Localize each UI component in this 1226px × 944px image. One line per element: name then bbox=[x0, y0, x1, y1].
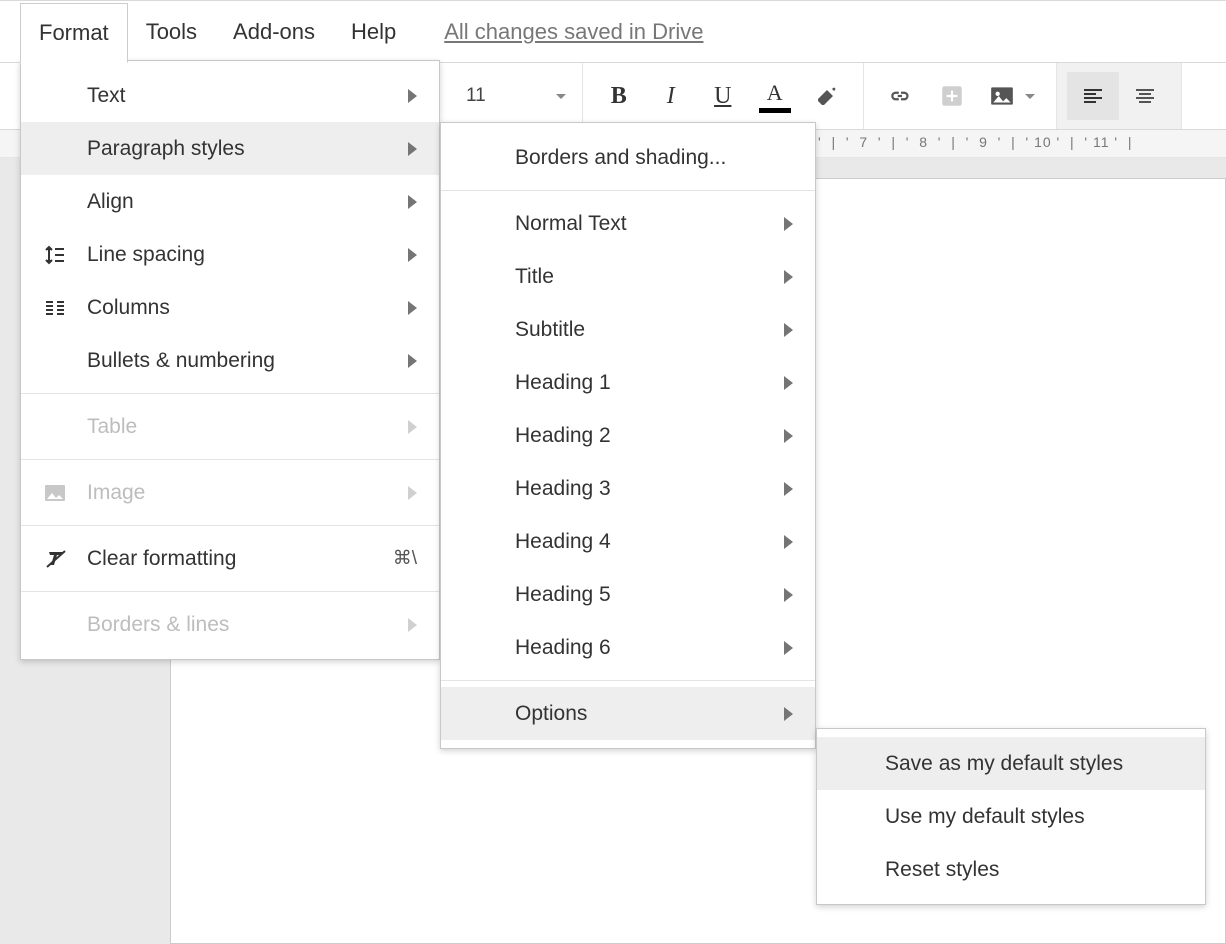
submenu-arrow-icon bbox=[784, 376, 793, 390]
menu-item-title[interactable]: Title bbox=[441, 250, 815, 303]
submenu-arrow-icon bbox=[784, 323, 793, 337]
submenu-arrow-icon bbox=[408, 89, 417, 103]
align-center-button[interactable] bbox=[1119, 72, 1171, 120]
clear-format-icon bbox=[43, 547, 87, 571]
format-dropdown: Text Paragraph styles Align Line spacing… bbox=[20, 60, 440, 660]
insert-link-button[interactable] bbox=[874, 72, 926, 120]
submenu-arrow-icon bbox=[408, 618, 417, 632]
bold-button[interactable]: B bbox=[593, 72, 645, 120]
keyboard-shortcut: ⌘\ bbox=[393, 547, 417, 570]
menu-separator bbox=[21, 459, 439, 460]
menu-item-table: Table bbox=[21, 400, 439, 453]
menu-tools[interactable]: Tools bbox=[128, 3, 215, 61]
menu-item-heading-3[interactable]: Heading 3 bbox=[441, 462, 815, 515]
bold-icon: B bbox=[611, 83, 627, 110]
submenu-arrow-icon bbox=[784, 707, 793, 721]
submenu-arrow-icon bbox=[784, 482, 793, 496]
menu-item-align[interactable]: Align bbox=[21, 175, 439, 228]
align-center-icon bbox=[1133, 84, 1157, 108]
link-icon bbox=[887, 83, 913, 109]
highlight-color-button[interactable] bbox=[801, 72, 853, 120]
menu-item-heading-2[interactable]: Heading 2 bbox=[441, 409, 815, 462]
image-icon bbox=[989, 83, 1015, 109]
submenu-arrow-icon bbox=[408, 195, 417, 209]
menu-item-image: Image bbox=[21, 466, 439, 519]
submenu-arrow-icon bbox=[408, 248, 417, 262]
menu-item-columns[interactable]: Columns bbox=[21, 281, 439, 334]
menu-item-bullets-numbering[interactable]: Bullets & numbering bbox=[21, 334, 439, 387]
columns-icon bbox=[43, 296, 87, 320]
menu-item-borders-shading[interactable]: Borders and shading... bbox=[441, 131, 815, 184]
submenu-arrow-icon bbox=[784, 535, 793, 549]
comment-add-icon bbox=[939, 83, 965, 109]
save-status-link[interactable]: All changes saved in Drive bbox=[444, 19, 703, 45]
submenu-arrow-icon bbox=[408, 486, 417, 500]
submenu-arrow-icon bbox=[784, 217, 793, 231]
menubar: Format Tools Add-ons Help All changes sa… bbox=[0, 0, 1226, 62]
menu-addons[interactable]: Add-ons bbox=[215, 3, 333, 61]
image-icon bbox=[43, 481, 87, 505]
submenu-arrow-icon bbox=[408, 142, 417, 156]
menu-item-save-default-styles[interactable]: Save as my default styles bbox=[817, 737, 1205, 790]
menu-item-heading-1[interactable]: Heading 1 bbox=[441, 356, 815, 409]
insert-image-button[interactable] bbox=[978, 72, 1046, 120]
menu-item-line-spacing[interactable]: Line spacing bbox=[21, 228, 439, 281]
submenu-arrow-icon bbox=[784, 588, 793, 602]
menu-separator bbox=[441, 190, 815, 191]
menu-item-borders-lines: Borders & lines bbox=[21, 598, 439, 651]
line-spacing-icon bbox=[43, 243, 87, 267]
submenu-arrow-icon bbox=[408, 301, 417, 315]
italic-icon: I bbox=[667, 83, 675, 110]
menu-item-options[interactable]: Options bbox=[441, 687, 815, 740]
dropdown-arrow-icon bbox=[556, 94, 566, 99]
ruler-ticks: ' | ' 7 ' | ' 8 ' | ' 9 ' | ' 10 ' | ' 1… bbox=[818, 134, 1226, 154]
menu-separator bbox=[21, 393, 439, 394]
insert-comment-button[interactable] bbox=[926, 72, 978, 120]
submenu-arrow-icon bbox=[784, 641, 793, 655]
font-size-value: 11 bbox=[466, 85, 486, 107]
menu-separator bbox=[21, 591, 439, 592]
menu-item-reset-styles[interactable]: Reset styles bbox=[817, 843, 1205, 896]
submenu-arrow-icon bbox=[408, 420, 417, 434]
menu-item-heading-5[interactable]: Heading 5 bbox=[441, 568, 815, 621]
underline-button[interactable]: U bbox=[697, 72, 749, 120]
submenu-arrow-icon bbox=[784, 429, 793, 443]
menu-item-paragraph-styles[interactable]: Paragraph styles bbox=[21, 122, 439, 175]
menu-item-normal-text[interactable]: Normal Text bbox=[441, 197, 815, 250]
menu-item-heading-6[interactable]: Heading 6 bbox=[441, 621, 815, 674]
submenu-arrow-icon bbox=[408, 354, 417, 368]
highlighter-icon bbox=[815, 84, 839, 108]
italic-button[interactable]: I bbox=[645, 72, 697, 120]
menu-item-subtitle[interactable]: Subtitle bbox=[441, 303, 815, 356]
options-submenu: Save as my default styles Use my default… bbox=[816, 728, 1206, 905]
align-left-button[interactable] bbox=[1067, 72, 1119, 120]
paragraph-styles-submenu: Borders and shading... Normal Text Title… bbox=[440, 122, 816, 749]
menu-item-text[interactable]: Text bbox=[21, 69, 439, 122]
submenu-arrow-icon bbox=[784, 270, 793, 284]
menu-separator bbox=[21, 525, 439, 526]
align-left-icon bbox=[1081, 84, 1105, 108]
underline-icon: U bbox=[714, 83, 731, 110]
menu-format[interactable]: Format bbox=[20, 3, 128, 63]
menu-help[interactable]: Help bbox=[333, 3, 414, 61]
menu-item-heading-4[interactable]: Heading 4 bbox=[441, 515, 815, 568]
text-color-button[interactable]: A bbox=[749, 72, 801, 120]
font-size-select[interactable]: 11 bbox=[458, 85, 572, 107]
menu-item-use-default-styles[interactable]: Use my default styles bbox=[817, 790, 1205, 843]
menu-separator bbox=[441, 680, 815, 681]
dropdown-arrow-icon bbox=[1025, 94, 1035, 99]
menu-item-clear-formatting[interactable]: Clear formatting ⌘\ bbox=[21, 532, 439, 585]
text-color-icon: A bbox=[759, 80, 791, 113]
